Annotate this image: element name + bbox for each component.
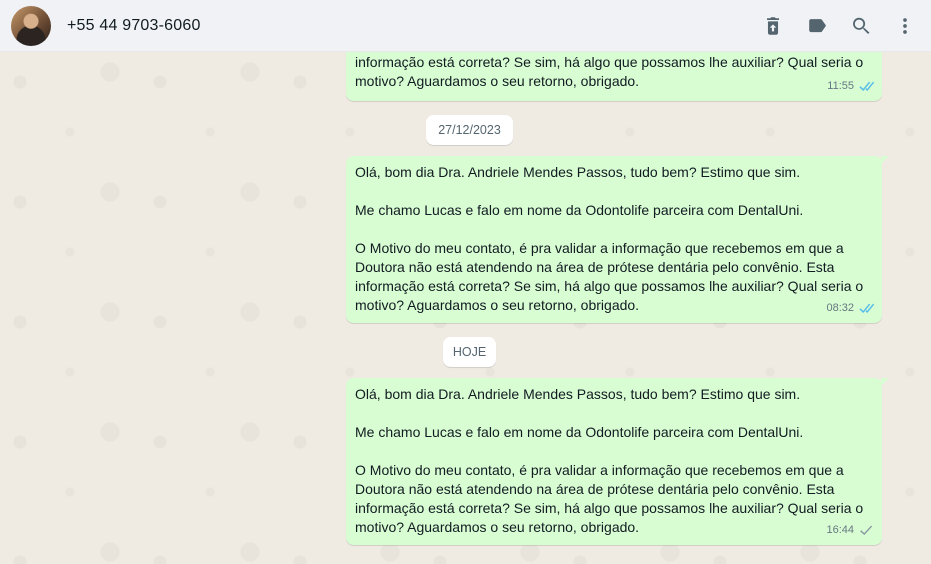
menu-button[interactable] — [885, 6, 925, 46]
message-meta: 11:55 — [827, 77, 874, 96]
chat-header: +55 44 9703-6060 — [0, 0, 931, 52]
menu-icon — [903, 17, 907, 34]
message-bubble-outgoing[interactable]: Olá, bom dia Dra. Andriele Mendes Passos… — [346, 156, 889, 323]
search-icon — [853, 17, 870, 34]
message-text: Olá, bom dia Dra. Andriele Mendes Passos… — [355, 164, 864, 313]
label-icon — [809, 18, 826, 32]
contact-avatar[interactable] — [11, 5, 51, 46]
message-time: 11:55 — [827, 80, 854, 92]
label-button[interactable] — [797, 6, 837, 46]
message-meta: 16:44 — [826, 521, 874, 540]
search-button[interactable] — [841, 6, 881, 46]
bubble-tail — [881, 156, 889, 164]
message-text: Olá, bom dia Dra. Andriele Mendes Passos… — [355, 386, 864, 535]
message-time: 16:44 — [826, 524, 854, 536]
message-text: informação está correta? Se sim, há algo… — [355, 54, 864, 89]
message-time: 08:32 — [826, 302, 854, 314]
chat-window: +55 44 9703-6060 informação está correta… — [0, 0, 931, 564]
delete-button[interactable] — [753, 6, 793, 46]
delete-icon — [767, 16, 779, 35]
date-separator: 27/12/2023 — [426, 115, 513, 145]
contact-name[interactable]: +55 44 9703-6060 — [67, 17, 201, 35]
read-receipt-icon — [859, 81, 874, 91]
message-meta: 08:32 — [826, 299, 874, 318]
date-separator: HOJE — [443, 337, 496, 367]
read-receipt-icon — [859, 303, 874, 313]
sent-receipt-icon — [860, 525, 873, 535]
message-bubble-outgoing[interactable]: Olá, bom dia Dra. Andriele Mendes Passos… — [346, 378, 889, 545]
bubble-tail — [881, 378, 889, 386]
header-actions — [749, 6, 925, 46]
